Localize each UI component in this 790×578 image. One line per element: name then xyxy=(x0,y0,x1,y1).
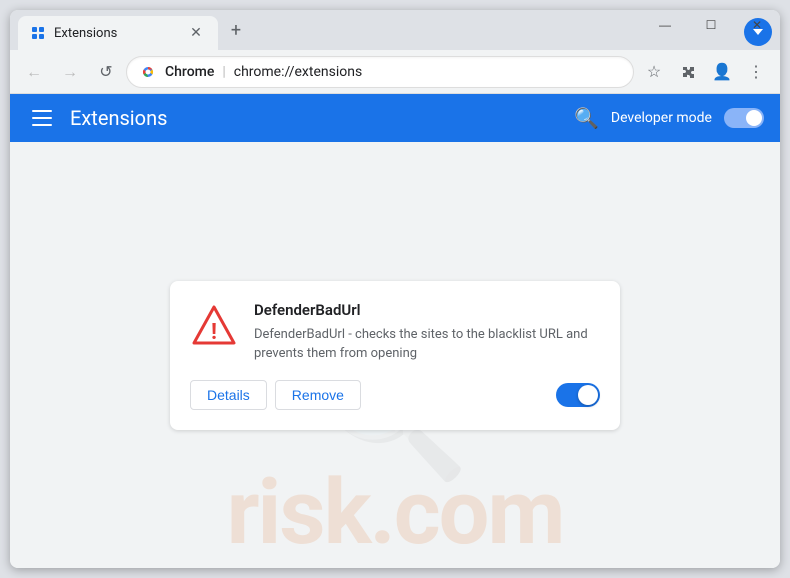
extensions-header-bar: Extensions 🔍 Developer mode xyxy=(10,94,780,142)
hamburger-line xyxy=(32,110,52,112)
remove-button[interactable]: Remove xyxy=(275,380,361,410)
card-header: ! DefenderBadUrl DefenderBadUrl - checks… xyxy=(190,301,600,364)
nav-bar: ← → ↺ Chrome | chrome://extensions xyxy=(10,50,780,94)
site-name: Chrome xyxy=(165,64,214,80)
forward-icon: → xyxy=(62,62,78,82)
warning-triangle-icon: ! xyxy=(190,301,238,349)
details-button[interactable]: Details xyxy=(190,380,267,410)
svg-text:!: ! xyxy=(211,320,217,345)
refresh-button[interactable]: ↺ xyxy=(90,56,122,88)
title-bar: Extensions ✕ + — ☐ ✕ xyxy=(10,10,780,50)
card-footer: Details Remove xyxy=(190,380,600,410)
maximize-button[interactable]: ☐ xyxy=(688,10,734,40)
bookmark-icon: ☆ xyxy=(647,62,661,81)
extension-description: DefenderBadUrl - checks the sites to the… xyxy=(254,325,600,364)
menu-button[interactable]: ⋮ xyxy=(740,56,772,88)
watermark-text: risk.com xyxy=(227,468,564,558)
profile-button[interactable]: 👤 xyxy=(706,56,738,88)
back-icon: ← xyxy=(26,62,42,82)
hamburger-menu-button[interactable] xyxy=(26,102,58,134)
url-divider: | xyxy=(222,64,225,80)
menu-dots-icon: ⋮ xyxy=(748,62,764,81)
extension-info: DefenderBadUrl DefenderBadUrl - checks t… xyxy=(254,301,600,364)
main-content: 🔍 risk.com ! DefenderBadUrl DefenderBadU… xyxy=(10,142,780,568)
tab-close-button[interactable]: ✕ xyxy=(186,23,206,43)
new-tab-button[interactable]: + xyxy=(222,16,250,44)
profile-icon: 👤 xyxy=(712,62,732,81)
bookmark-button[interactable]: ☆ xyxy=(638,56,670,88)
tab-title-text: Extensions xyxy=(54,26,178,41)
extension-card: ! DefenderBadUrl DefenderBadUrl - checks… xyxy=(170,281,620,430)
chrome-icon xyxy=(139,63,157,81)
nav-right-buttons: ☆ 👤 ⋮ xyxy=(638,56,772,88)
extensions-puzzle-icon xyxy=(679,63,697,81)
close-button[interactable]: ✕ xyxy=(734,10,780,40)
forward-button[interactable]: → xyxy=(54,56,86,88)
extensions-button[interactable] xyxy=(672,56,704,88)
url-text: chrome://extensions xyxy=(234,64,621,80)
back-button[interactable]: ← xyxy=(18,56,50,88)
browser-window: Extensions ✕ + — ☐ ✕ ← → ↺ xyxy=(10,10,780,568)
tab-extension-icon xyxy=(30,25,46,41)
hamburger-line xyxy=(32,124,52,126)
extensions-toolbar-right: 🔍 Developer mode xyxy=(574,106,764,130)
address-bar[interactable]: Chrome | chrome://extensions xyxy=(126,56,634,88)
window-controls: — ☐ ✕ xyxy=(642,10,780,40)
developer-mode-label: Developer mode xyxy=(611,110,712,126)
minimize-button[interactable]: — xyxy=(642,10,688,40)
extension-name: DefenderBadUrl xyxy=(254,301,600,319)
extension-toggle[interactable] xyxy=(556,383,600,407)
developer-mode-toggle[interactable] xyxy=(724,108,764,128)
extensions-search-button[interactable]: 🔍 xyxy=(574,106,599,130)
extensions-page-title: Extensions xyxy=(70,106,562,130)
hamburger-line xyxy=(32,117,52,119)
refresh-icon: ↺ xyxy=(99,62,112,81)
active-tab[interactable]: Extensions ✕ xyxy=(18,16,218,50)
